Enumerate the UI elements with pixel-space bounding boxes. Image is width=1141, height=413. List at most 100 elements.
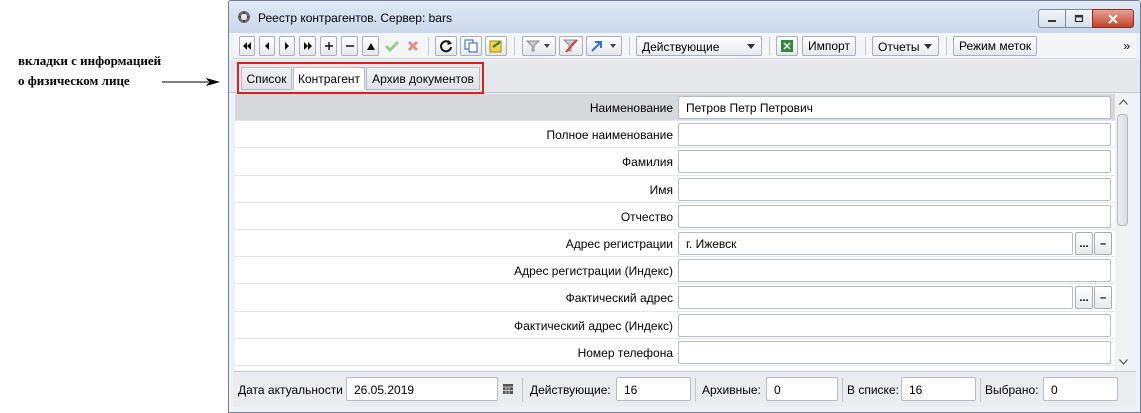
field-label: Имя [649,182,673,197]
tab-strip: Список Контрагент Архив документов [229,60,1140,94]
first-name-field[interactable] [678,177,1111,201]
surname-field[interactable] [678,150,1111,174]
clear-filter-button[interactable] [559,36,583,56]
apply-button[interactable] [383,36,401,56]
check-icon [385,40,399,52]
chevron-down-icon [747,44,755,49]
app-icon [238,11,250,23]
actual-index-field[interactable] [678,313,1111,337]
field-label: Адрес регистрации [565,237,673,251]
up-triangle-icon [366,42,375,50]
export-icon [489,40,502,53]
reg-address-lookup-button[interactable]: ... [1075,232,1093,255]
prev-record-button[interactable] [259,36,275,56]
import-button[interactable]: Импорт [802,36,856,56]
form-row-name: Наименование Петров Петр Петрович [235,94,1115,122]
arrow-up-right-icon [591,41,616,52]
calendar-icon[interactable] [502,383,514,395]
form-row-full-name: Полное наименование [235,121,1115,149]
cross-icon [407,40,419,52]
toolbar-separator [769,37,770,55]
close-icon [1108,13,1118,24]
full-name-field[interactable] [678,123,1111,147]
form-row-first-name: Имя [235,176,1115,203]
archived-count-label: Архивные: [702,383,761,397]
delete-record-button[interactable] [341,36,358,56]
reg-index-field[interactable] [678,259,1111,283]
toolbar-overflow-button[interactable]: » [1123,39,1130,53]
reports-label: Отчеты [878,40,920,54]
counterparty-form: Наименование Петров Петр Петрович Полное… [235,94,1115,370]
toolbar-separator [514,37,515,55]
actual-address-field[interactable] [678,286,1073,310]
cancel-button[interactable] [404,36,422,56]
status-bar: Дата актуальности 26.05.2019 Действующие… [233,371,1136,407]
marks-mode-button[interactable]: Режим меток [953,36,1038,56]
last-icon [303,42,312,50]
status-filter-value: Действующие [642,40,720,54]
form-row-actual-address: Фактический адрес ... – [235,284,1115,312]
next-record-button[interactable] [279,36,295,56]
field-label: Отчество [620,209,673,224]
scrollbar-thumb[interactable] [1117,114,1128,226]
name-field[interactable]: Петров Петр Петрович [678,96,1111,119]
export-button[interactable] [485,36,507,56]
form-row-reg-index: Адрес регистрации (Индекс) [235,257,1115,285]
status-separator [695,378,696,402]
form-scrollbar[interactable] [1115,94,1131,370]
reg-address-field[interactable]: г. Ижевск [678,232,1073,255]
archived-count-field: 0 [766,377,838,401]
annotation-arrow-icon [162,78,220,86]
date-label: Дата актуальности [238,383,343,397]
app-window: Реестр контрагентов. Сервер: bars Действ… [228,0,1141,413]
status-separator [980,378,981,402]
actual-address-lookup-button[interactable]: ... [1075,286,1093,310]
status-separator [842,378,843,402]
excel-button[interactable] [776,36,798,56]
goto-button[interactable] [586,36,622,56]
excel-icon [781,40,793,52]
field-label: Номер телефона [577,345,673,360]
patronymic-field[interactable] [678,204,1111,228]
title-bar[interactable]: Реестр контрагентов. Сервер: bars [229,1,1140,33]
close-button[interactable] [1092,9,1134,28]
field-label: Фактический адрес (Индекс) [514,318,673,333]
status-separator [522,378,523,402]
toolbar-separator [428,37,429,55]
last-record-button[interactable] [299,36,316,56]
actual-address-clear-button[interactable]: – [1094,286,1112,310]
maximize-button[interactable] [1065,9,1092,28]
field-label: Адрес регистрации (Индекс) [514,264,673,279]
active-count-label: Действующие: [530,383,611,397]
add-record-button[interactable] [320,36,337,56]
filter-button[interactable] [522,36,556,56]
copy-button[interactable] [460,36,482,56]
date-field[interactable]: 26.05.2019 [346,377,498,401]
reports-menu-button[interactable]: Отчеты [872,36,939,56]
refresh-button[interactable] [435,36,457,56]
phone-field[interactable] [678,340,1111,364]
edit-record-button[interactable] [362,36,379,56]
scroll-down-icon[interactable] [1119,359,1128,365]
status-filter-select[interactable]: Действующие [636,36,762,56]
first-record-button[interactable] [239,36,255,56]
minimize-button[interactable] [1038,9,1065,28]
annotation-line-1: вкладки с информацией [18,53,162,68]
selected-count-label: Выбрано: [985,383,1039,397]
toolbar-separator [946,37,947,55]
first-icon [243,42,251,50]
field-label: Полное наименование [546,128,674,143]
maximize-icon [1074,14,1084,23]
copy-icon [464,39,478,53]
minus-icon [345,45,354,47]
form-row-patronymic: Отчество [235,203,1115,230]
scroll-up-icon[interactable] [1119,99,1128,105]
next-icon [285,42,289,50]
filter-icon [526,40,550,52]
toolbar-separator [629,37,630,55]
annotation-line-2: о физическом лице [18,73,130,88]
reg-address-clear-button[interactable]: – [1094,232,1112,255]
field-label: Фамилия [622,155,673,170]
in-list-count-label: В списке: [847,383,899,397]
clear-filter-icon [563,39,578,53]
